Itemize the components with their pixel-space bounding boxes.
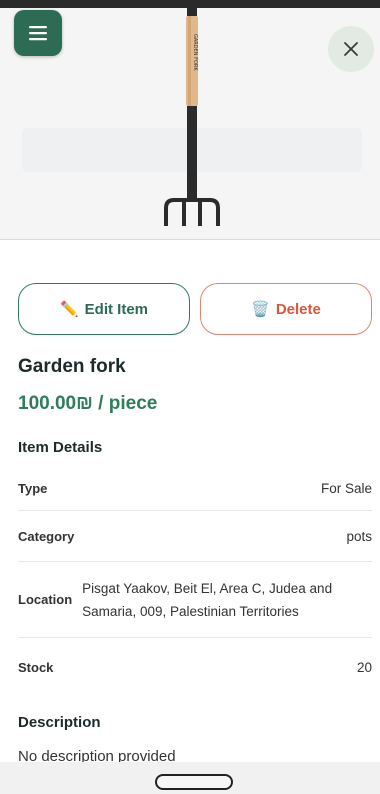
trash-icon: 🗑️ [251,301,270,318]
item-actions: ✏️ Edit Item 🗑️ Delete [18,283,372,335]
detail-value: For Sale [320,480,372,496]
detail-value: Pisgat Yaakov, Beit El, Area C, Judea an… [82,580,333,619]
home-indicator[interactable] [155,774,233,790]
pencil-icon: ✏️ [59,301,79,318]
details-heading: Item Details [18,439,103,456]
detail-row-category: Category pots [18,511,372,562]
detail-row-location: Location Pisgat Yaakov, Beit El, Area C,… [18,562,372,638]
description-heading: Description [18,714,101,731]
details-list: Type For Sale Category pots Location Pis… [18,466,372,696]
close-button[interactable] [328,26,374,72]
delete-label: Delete [275,300,321,318]
hamburger-menu-icon [29,26,47,41]
menu-button[interactable] [14,10,62,56]
detail-label: Stock [18,659,54,675]
item-title: Garden fork [18,356,126,377]
detail-label: Location [18,592,73,607]
delete-button[interactable]: 🗑️ Delete [200,283,372,335]
edit-item-label: Edit Item [84,300,149,318]
detail-row-type: Type For Sale [18,466,372,511]
detail-label: Category [18,528,75,544]
handle-label: GARDEN FORK [192,34,198,71]
close-icon [344,42,358,56]
image-divider [0,239,380,240]
status-bar [0,0,380,8]
edit-item-button[interactable]: ✏️ Edit Item [18,283,190,335]
detail-label: Type [18,480,48,496]
detail-value: pots [346,528,372,544]
detail-row-stock: Stock 20 [18,638,372,696]
item-price: 100.00₪ / piece [18,393,158,414]
detail-value: 20 [356,659,372,675]
